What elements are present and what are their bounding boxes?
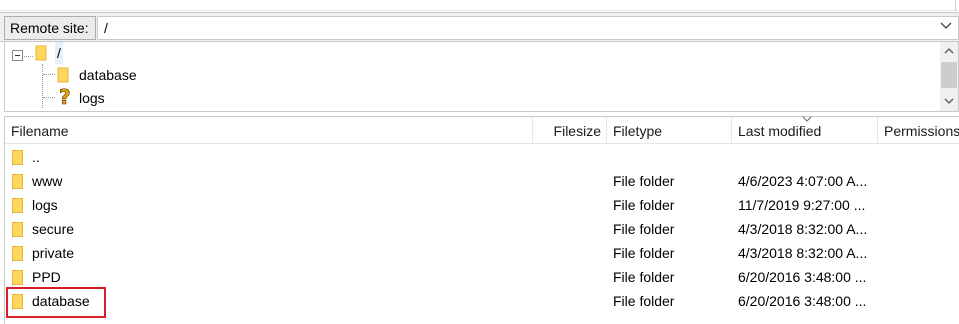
column-header-filesize[interactable]: Filesize (533, 117, 605, 144)
file-name: secure (32, 221, 75, 237)
chevron-down-icon[interactable] (939, 16, 953, 34)
table-row[interactable]: .. (5, 145, 959, 169)
file-name: logs (32, 197, 58, 213)
folder-icon (12, 198, 23, 213)
tree-node-label: database (79, 67, 137, 83)
collapse-icon[interactable] (12, 50, 23, 61)
remote-file-list[interactable]: Filename Filesize Filetype Last modified… (4, 116, 959, 324)
tree-connector (24, 56, 33, 57)
file-type: File folder (613, 293, 675, 309)
column-divider[interactable] (731, 117, 732, 144)
tree-connector (43, 74, 55, 75)
svg-text:?: ? (59, 87, 71, 107)
file-type (613, 145, 729, 169)
file-type: File folder (613, 269, 675, 285)
file-modified (738, 145, 874, 169)
file-modified: 6/20/2016 3:48:00 ... (738, 269, 867, 285)
unknown-folder-icon: ? (59, 87, 71, 107)
table-row[interactable]: www File folder 4/6/2023 4:07:00 A... (5, 169, 959, 193)
file-name: private (32, 245, 75, 261)
column-divider[interactable] (606, 117, 607, 144)
top-strip (0, 0, 959, 11)
file-type: File folder (613, 245, 675, 261)
folder-icon (57, 67, 69, 83)
remote-path-input[interactable]: / (97, 16, 959, 40)
scroll-up-icon[interactable] (943, 44, 955, 58)
file-type: File folder (613, 173, 675, 189)
file-modified: 4/6/2023 4:07:00 A... (738, 173, 868, 189)
scrollbar-thumb[interactable] (941, 62, 957, 88)
table-row[interactable]: PPD File folder 6/20/2016 3:48:00 ... (5, 265, 959, 289)
folder-icon (12, 246, 23, 261)
tree-node-label: / (55, 42, 63, 64)
file-type: File folder (613, 197, 675, 213)
column-divider[interactable] (877, 117, 878, 144)
tree-scrollbar[interactable] (940, 42, 958, 111)
column-header-filename[interactable]: Filename (11, 117, 531, 144)
folder-icon (12, 222, 23, 237)
folder-icon (35, 45, 47, 61)
tree-connector (42, 64, 43, 108)
scroll-down-icon[interactable] (943, 94, 955, 108)
remote-site-label: Remote site: (4, 16, 96, 40)
divider (955, 0, 956, 11)
table-row[interactable]: database File folder 6/20/2016 3:48:00 .… (5, 289, 959, 313)
folder-icon (12, 150, 23, 165)
file-modified: 4/3/2018 8:32:00 A... (738, 245, 868, 261)
column-header-permissions[interactable]: Permissions (884, 117, 959, 144)
folder-icon (12, 270, 23, 285)
file-type: File folder (613, 221, 675, 237)
table-row[interactable]: logs File folder 11/7/2019 9:27:00 ... (5, 193, 959, 217)
folder-icon (12, 174, 23, 189)
tree-connector (43, 97, 55, 98)
table-row[interactable]: secure File folder 4/3/2018 8:32:00 A... (5, 217, 959, 241)
list-header: Filename Filesize Filetype Last modified… (5, 116, 959, 144)
file-modified: 4/3/2018 8:32:00 A... (738, 221, 868, 237)
file-modified: 11/7/2019 9:27:00 ... (738, 197, 866, 213)
file-name: www (32, 173, 63, 189)
table-row[interactable]: private File folder 4/3/2018 8:32:00 A..… (5, 241, 959, 265)
file-name: PPD (32, 269, 61, 285)
tree-node-label: logs (79, 90, 105, 106)
file-modified: 6/20/2016 3:48:00 ... (738, 293, 867, 309)
remote-directory-tree[interactable]: / database ? logs (4, 42, 959, 112)
remote-site-bar: Remote site: / (0, 12, 959, 42)
column-header-filetype[interactable]: Filetype (613, 117, 729, 144)
sort-descending-icon (802, 116, 812, 122)
file-name: .. (32, 149, 40, 165)
highlight-annotation (6, 287, 106, 318)
